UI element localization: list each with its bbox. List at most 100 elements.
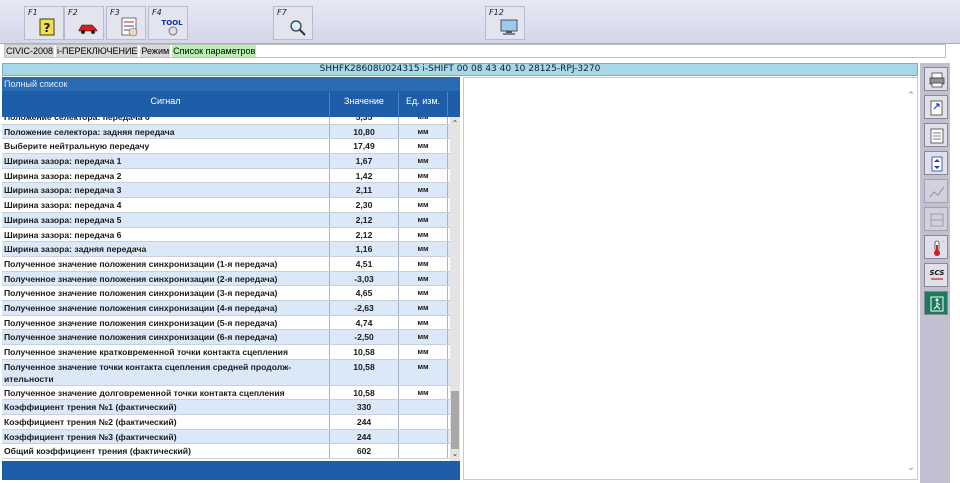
report-button[interactable] bbox=[924, 123, 948, 147]
f2-vehicle-button[interactable]: F2 bbox=[64, 6, 104, 40]
cell-value: 10,58 bbox=[330, 345, 399, 359]
snapshot-icon bbox=[930, 213, 944, 227]
function-key-toolbar: F1 ? F2 F3 F4 TOOL F7 F12 bbox=[0, 0, 960, 44]
list-footer bbox=[2, 461, 460, 480]
updown-icon bbox=[931, 156, 943, 172]
cell-unit: мм bbox=[399, 256, 448, 271]
cell-unit: мм bbox=[399, 168, 448, 183]
vehicle-id-bar: SHHFK28608U024315 i-SHIFT 00 08 43 40 10… bbox=[2, 63, 918, 76]
cell-value: 330 bbox=[330, 400, 399, 415]
parameter-rows: Положение селектора: передача 65,35ммПол… bbox=[2, 117, 450, 460]
cell-value: 1,42 bbox=[330, 168, 399, 183]
table-row[interactable]: Ширина зазора: передача 2 1,42 мм bbox=[2, 168, 450, 184]
cell-unit: мм bbox=[399, 271, 448, 286]
table-row[interactable]: Полученное значение положения синхрониза… bbox=[2, 300, 450, 316]
cell-unit: мм bbox=[399, 385, 448, 400]
cell-signal: Ширина зазора: передача 4 bbox=[2, 198, 330, 212]
table-row[interactable]: Полученное значение долговременной точки… bbox=[2, 385, 450, 401]
print-button[interactable] bbox=[924, 67, 948, 91]
table-row[interactable]: Ширина зазора: передача 6 2,12 мм bbox=[2, 227, 450, 243]
cell-signal: Ширина зазора: передача 2 bbox=[2, 168, 330, 183]
cell-signal: Ширина зазора: задняя передача bbox=[2, 242, 330, 256]
cell-value: 4,51 bbox=[330, 256, 399, 271]
cell-unit: мм bbox=[399, 212, 448, 227]
table-row[interactable]: Полученное значение положения синхрониза… bbox=[2, 315, 450, 331]
f3-label: F3 bbox=[110, 8, 120, 17]
cell-signal: Положение селектора: задняя передача bbox=[2, 124, 330, 139]
export-button[interactable] bbox=[924, 95, 948, 119]
parameter-table: Положение селектора: передача 65,35ммПол… bbox=[2, 117, 450, 461]
screen-capture-icon bbox=[500, 19, 518, 35]
table-row[interactable]: Полученное значение положения синхрониза… bbox=[2, 330, 450, 345]
tool-icon: TOOL bbox=[161, 19, 183, 36]
table-row[interactable]: Положение селектора: задняя передача 10,8… bbox=[2, 124, 450, 140]
sort-button[interactable] bbox=[924, 151, 948, 175]
car-icon bbox=[78, 24, 98, 34]
f3-checklist-button[interactable]: F3 bbox=[106, 6, 146, 40]
svg-text:°: ° bbox=[942, 240, 945, 247]
snapshot-button[interactable] bbox=[924, 207, 948, 231]
table-row[interactable]: Полученное значение кратковременной точк… bbox=[2, 345, 450, 360]
cell-value: 17,49 bbox=[330, 139, 399, 154]
cell-signal: Коэффициент трения №1 (фактический) bbox=[2, 400, 330, 415]
breadcrumb-mode-value: Список параметров bbox=[172, 45, 257, 57]
app-window: F1 ? F2 F3 F4 TOOL F7 F12 CIVIC-2008 i-П… bbox=[0, 0, 960, 483]
cell-signal: Полученное значение кратковременной точк… bbox=[2, 345, 330, 359]
table-row[interactable]: Общий коэффициент трения (фактический) 60… bbox=[2, 444, 450, 460]
table-row[interactable]: Ширина зазора: задняя передача 1,16 мм bbox=[2, 242, 450, 257]
cell-unit: мм bbox=[399, 286, 448, 300]
side-tool-column: ° SCS bbox=[920, 63, 950, 483]
table-row[interactable]: Полученное значение точки контакта сцепл… bbox=[2, 359, 450, 386]
f1-help-button[interactable]: F1 ? bbox=[24, 6, 64, 40]
detail-scrollbar[interactable]: ⌃ ⌄ bbox=[905, 78, 917, 479]
table-row[interactable]: Полученное значение положения синхрониза… bbox=[2, 256, 450, 272]
f4-label: F4 bbox=[152, 8, 162, 17]
list-scrollbar[interactable]: ⌃ ⌄ bbox=[450, 117, 460, 461]
breadcrumb-system: i-ПЕРЕКЛЮЧЕНИЕ bbox=[56, 45, 139, 57]
exit-button[interactable] bbox=[924, 291, 948, 315]
cell-unit: мм bbox=[399, 183, 448, 198]
breadcrumb-model: CIVIC-2008 bbox=[5, 45, 55, 57]
scs-button[interactable]: SCS bbox=[924, 263, 948, 287]
scroll-down-arrow-icon[interactable]: ⌄ bbox=[450, 449, 460, 459]
table-row[interactable]: Ширина зазора: передача 3 2,11 мм bbox=[2, 183, 450, 199]
table-row[interactable]: Коэффициент трения №2 (фактический) 244 bbox=[2, 415, 450, 430]
help-icon: ? bbox=[39, 18, 55, 36]
cell-unit: мм bbox=[399, 198, 448, 212]
table-row[interactable]: Ширина зазора: передача 5 2,12 мм bbox=[2, 212, 450, 228]
cell-signal: Полученное значение положения синхрониза… bbox=[2, 271, 330, 286]
cell-signal: Ширина зазора: передача 3 bbox=[2, 183, 330, 198]
f7-label: F7 bbox=[277, 8, 287, 17]
temperature-button[interactable]: ° bbox=[924, 235, 948, 259]
table-row[interactable]: Положение селектора: передача 65,35мм bbox=[2, 117, 450, 125]
table-row[interactable]: Ширина зазора: передача 4 2,30 мм bbox=[2, 198, 450, 213]
scroll-up-arrow-icon[interactable]: ⌃ bbox=[905, 90, 917, 101]
scroll-up-arrow-icon[interactable]: ⌃ bbox=[450, 119, 460, 129]
table-row[interactable]: Полученное значение положения синхрониза… bbox=[2, 286, 450, 301]
cell-unit: мм bbox=[399, 139, 448, 154]
table-row[interactable]: Коэффициент трения №1 (фактический) 330 bbox=[2, 400, 450, 416]
cell-value: 4,74 bbox=[330, 315, 399, 330]
export-icon bbox=[930, 100, 943, 116]
f7-search-button[interactable]: F7 bbox=[273, 6, 313, 40]
table-row[interactable]: Ширина зазора: передача 1 1,67 мм bbox=[2, 154, 450, 169]
table-row[interactable]: Полученное значение положения синхрониза… bbox=[2, 271, 450, 287]
cell-signal: Ширина зазора: передача 6 bbox=[2, 227, 330, 242]
scroll-thumb[interactable] bbox=[451, 391, 459, 449]
cell-value: 1,16 bbox=[330, 242, 399, 256]
scroll-down-arrow-icon[interactable]: ⌄ bbox=[905, 462, 917, 473]
column-header-signal[interactable]: Сигнал bbox=[2, 92, 330, 116]
magnifier-icon bbox=[290, 20, 306, 36]
f12-capture-button[interactable]: F12 bbox=[485, 6, 525, 40]
column-header-unit[interactable]: Ед. изм. bbox=[399, 92, 448, 116]
cell-unit: мм bbox=[399, 242, 448, 256]
parameter-list-panel: Полный список Сигнал Значение Ед. изм. П… bbox=[2, 77, 460, 480]
breadcrumb: CIVIC-2008 i-ПЕРЕКЛЮЧЕНИЕ Режим Список пара… bbox=[4, 44, 946, 58]
table-row[interactable]: Коэффициент трения №3 (фактический) 244 bbox=[2, 429, 450, 445]
document-icon bbox=[930, 128, 944, 144]
f12-label: F12 bbox=[489, 8, 504, 17]
graph-button[interactable] bbox=[924, 179, 948, 203]
table-row[interactable]: Выберите нейтральную передачу 17,49 мм bbox=[2, 139, 450, 155]
f4-tool-button[interactable]: F4 TOOL bbox=[148, 6, 188, 40]
column-header-value[interactable]: Значение bbox=[330, 92, 399, 116]
